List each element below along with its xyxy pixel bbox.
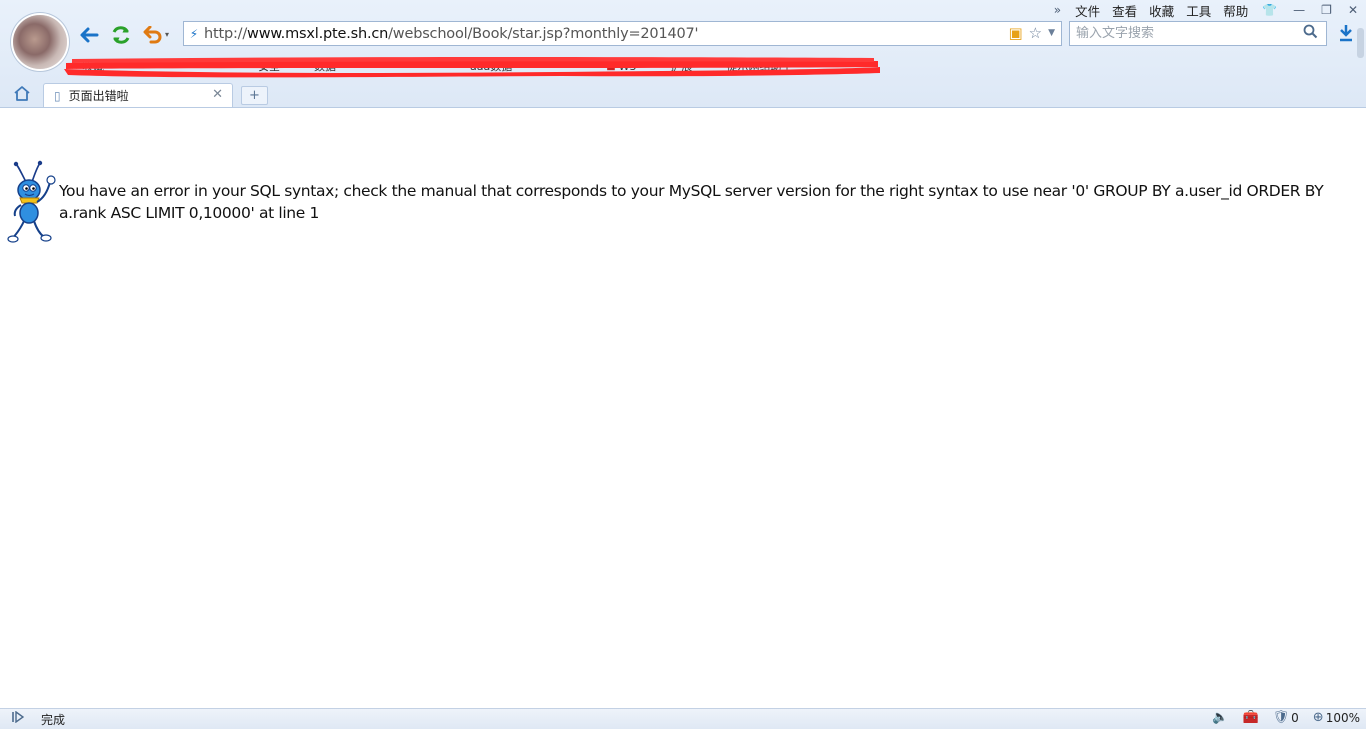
- refresh-icon: [112, 26, 130, 44]
- menu-help[interactable]: 帮助: [1217, 1, 1254, 20]
- menu-tools[interactable]: 工具: [1180, 1, 1217, 20]
- url-scheme: http://: [204, 25, 248, 42]
- menu-view[interactable]: 查看: [1106, 1, 1143, 20]
- star-icon[interactable]: ☆: [1029, 24, 1042, 42]
- bookmark-item[interactable]: 扩展: [671, 58, 693, 74]
- tab-title: 页面出错啦: [68, 89, 129, 103]
- search-input[interactable]: [1074, 22, 1303, 45]
- toolbox-icon[interactable]: 🧰: [1242, 710, 1258, 725]
- back-arrow-icon: [80, 27, 99, 43]
- ant-mascot-image: [7, 160, 56, 243]
- menu-bar: » 文件 查看 收藏 工具 帮助 👕 — ❐ ✕: [1046, 0, 1366, 20]
- chevron-down-icon: ▾: [164, 30, 169, 39]
- search-icon[interactable]: [1303, 24, 1318, 43]
- bookmark-item[interactable]: 提示网络助手: [727, 58, 793, 74]
- scrollbar-thumb[interactable]: [1357, 28, 1364, 58]
- bookmark-item[interactable]: 安全: [258, 58, 280, 74]
- new-tab-button[interactable]: +: [241, 86, 268, 105]
- speaker-icon[interactable]: 🔈: [1212, 710, 1228, 725]
- bookmark-item[interactable]: 数据: [314, 58, 336, 74]
- chevron-down-icon[interactable]: ▼: [1048, 28, 1055, 38]
- tab-active[interactable]: ▯ 页面出错啦 ✕: [43, 83, 233, 107]
- undo-close-tab-button[interactable]: [142, 24, 164, 46]
- status-bar: 完成 🔈 🧰 🛡 0 ⊕ 100%: [0, 708, 1366, 729]
- sql-error-message: You have an error in your SQL syntax; ch…: [59, 182, 1324, 222]
- zoom-icon[interactable]: ⊕: [1313, 710, 1324, 725]
- star-icon: ★: [70, 60, 79, 72]
- tab-close-icon[interactable]: ✕: [212, 87, 223, 102]
- status-text: 完成: [41, 713, 66, 727]
- menu-favorites[interactable]: 收藏: [1143, 1, 1180, 20]
- plus-icon: +: [249, 88, 260, 103]
- restore-icon[interactable]: ❐: [1313, 3, 1340, 17]
- scrollbar[interactable]: [1355, 22, 1366, 68]
- refresh-button[interactable]: [110, 24, 132, 46]
- lightning-icon: ⚡: [189, 26, 199, 41]
- bookmark-bar: ★ 收藏 安全 数据 aaa数据 ■ W3 扩展 提示网络助手: [70, 57, 890, 75]
- extension-icon[interactable]: ▣: [1008, 24, 1022, 42]
- address-bar[interactable]: ⚡ http://www.msxl.pte.sh.cn/webschool/Bo…: [183, 21, 1062, 46]
- close-icon[interactable]: ✕: [1340, 3, 1366, 17]
- back-button[interactable]: [78, 24, 100, 46]
- undo-icon: [143, 26, 162, 44]
- bookmark-icon: ■: [606, 60, 616, 72]
- url-host: www.msxl.pte.sh.cn: [247, 25, 389, 42]
- download-icon[interactable]: [1338, 24, 1354, 46]
- more-menu-icon[interactable]: »: [1046, 3, 1069, 17]
- minimize-icon[interactable]: —: [1285, 3, 1313, 17]
- undo-dropdown-button[interactable]: ▾: [162, 24, 172, 46]
- home-icon[interactable]: [13, 85, 31, 107]
- sidebar-toggle-icon[interactable]: [12, 710, 25, 726]
- bookmark-item[interactable]: ★ 收藏: [70, 58, 104, 74]
- ad-block-count: 0: [1291, 710, 1299, 725]
- search-box: [1069, 21, 1327, 46]
- browser-toolbar: ▾ ⚡ http://www.msxl.pte.sh.cn/webschool/…: [0, 0, 1366, 108]
- address-tools: ▣ ☆ ▼: [1008, 24, 1055, 42]
- user-avatar[interactable]: [13, 15, 67, 69]
- bookmark-item[interactable]: aaa数据: [470, 58, 512, 74]
- page-content: You have an error in your SQL syntax; ch…: [0, 108, 1366, 708]
- skin-icon[interactable]: 👕: [1254, 3, 1285, 17]
- zoom-level[interactable]: 100%: [1326, 711, 1360, 725]
- status-tray: 🔈 🧰 🛡 0 ⊕ 100%: [1212, 710, 1360, 725]
- page-icon: ▯: [54, 88, 61, 103]
- url-text[interactable]: http://www.msxl.pte.sh.cn/webschool/Book…: [204, 25, 699, 42]
- bookmark-item[interactable]: ■ W3: [606, 60, 636, 73]
- url-path: /webschool/Book/star.jsp?monthly=201407': [388, 25, 699, 42]
- menu-file[interactable]: 文件: [1069, 1, 1106, 20]
- ad-block-icon[interactable]: 🛡: [1273, 710, 1290, 725]
